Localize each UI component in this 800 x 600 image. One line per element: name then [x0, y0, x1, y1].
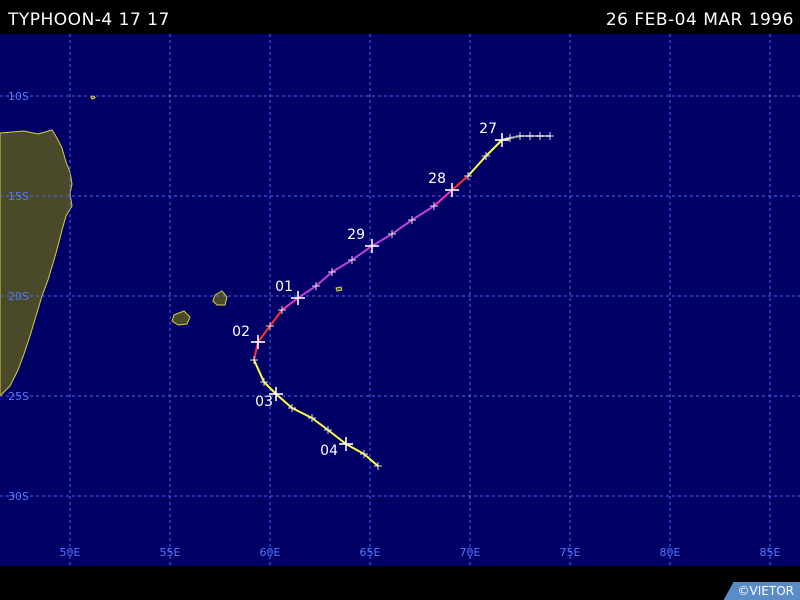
- day-label: 29: [347, 227, 365, 243]
- lon-label: 70E: [460, 546, 481, 559]
- lat-label: 10S: [8, 90, 29, 103]
- track-segment: [331, 259, 353, 273]
- day-label: 04: [320, 443, 338, 459]
- track-segment: [371, 233, 393, 247]
- track-segment: [391, 219, 413, 235]
- lon-label: 55E: [160, 546, 181, 559]
- track-segment: [467, 155, 487, 177]
- storm-track-map: 50E 55E 60E 65E 70E 75E 80E 85E 10S 15S 20S 25S 30S …: [0, 34, 800, 566]
- day-label: 27: [479, 121, 497, 137]
- day-labels: 27 28 29 01 02 03 04: [232, 121, 497, 459]
- storm-name-title: TYPHOON-4 17 17: [8, 10, 170, 30]
- track-segment: [315, 271, 333, 287]
- lat-lon-grid: [0, 34, 800, 566]
- map-canvas: 50E 55E 60E 65E 70E 75E 80E 85E10S15S20S25S30S …: [0, 34, 800, 566]
- lon-label: 80E: [660, 546, 681, 559]
- day-label: 01: [275, 279, 293, 295]
- track-segment: [451, 175, 469, 191]
- lon-label: 65E: [360, 546, 381, 559]
- lon-label: 50E: [60, 546, 81, 559]
- lon-label: 85E: [760, 546, 781, 559]
- track-segment: [281, 297, 299, 311]
- lon-label: 60E: [260, 546, 281, 559]
- lon-label: 75E: [560, 546, 581, 559]
- land-layer: [0, 95, 343, 397]
- credit-badge: ©VIETOR: [723, 582, 800, 600]
- track-segment: [253, 359, 265, 383]
- reunion-island: [171, 310, 191, 326]
- track-point-marker: [250, 356, 258, 364]
- track-segment: [291, 407, 313, 419]
- lat-label: 30S: [8, 490, 29, 503]
- header-bar: TYPHOON-4 17 17 26 FEB-04 MAR 1996: [0, 0, 800, 34]
- track-segment: [311, 417, 329, 431]
- mauritius-island: [212, 290, 228, 306]
- lat-label: 25S: [8, 390, 29, 403]
- track-point-marker: [546, 132, 554, 140]
- day-label: 03: [255, 394, 273, 410]
- track-segment: [411, 205, 435, 221]
- track-segment: [485, 139, 503, 157]
- day-label: 28: [428, 171, 446, 187]
- day-label: 02: [232, 324, 250, 340]
- lat-label: 15S: [8, 190, 29, 203]
- rodrigues-island: [335, 286, 343, 292]
- track-point-marker: [526, 132, 534, 140]
- track-segment: [433, 189, 453, 207]
- madagascar-landmass: [0, 129, 73, 397]
- track-segment: [327, 429, 347, 445]
- footer-bar: ©VIETOR: [0, 566, 800, 600]
- track-point-marker: [506, 134, 514, 142]
- track-segment: [351, 245, 373, 261]
- track-point-marker: [516, 132, 524, 140]
- track-segment: [257, 325, 271, 343]
- track-point-marker: [536, 132, 544, 140]
- grid-labels: 50E 55E 60E 65E 70E 75E 80E 85E 10S 15S 20S 25S 30S: [8, 90, 781, 559]
- track-segment: [345, 443, 365, 455]
- track-segment: [363, 453, 379, 467]
- day-position-marker: [365, 239, 379, 253]
- lat-label: 20S: [8, 290, 29, 303]
- track-segment: [269, 309, 283, 327]
- date-range-title: 26 FEB-04 MAR 1996: [605, 10, 794, 30]
